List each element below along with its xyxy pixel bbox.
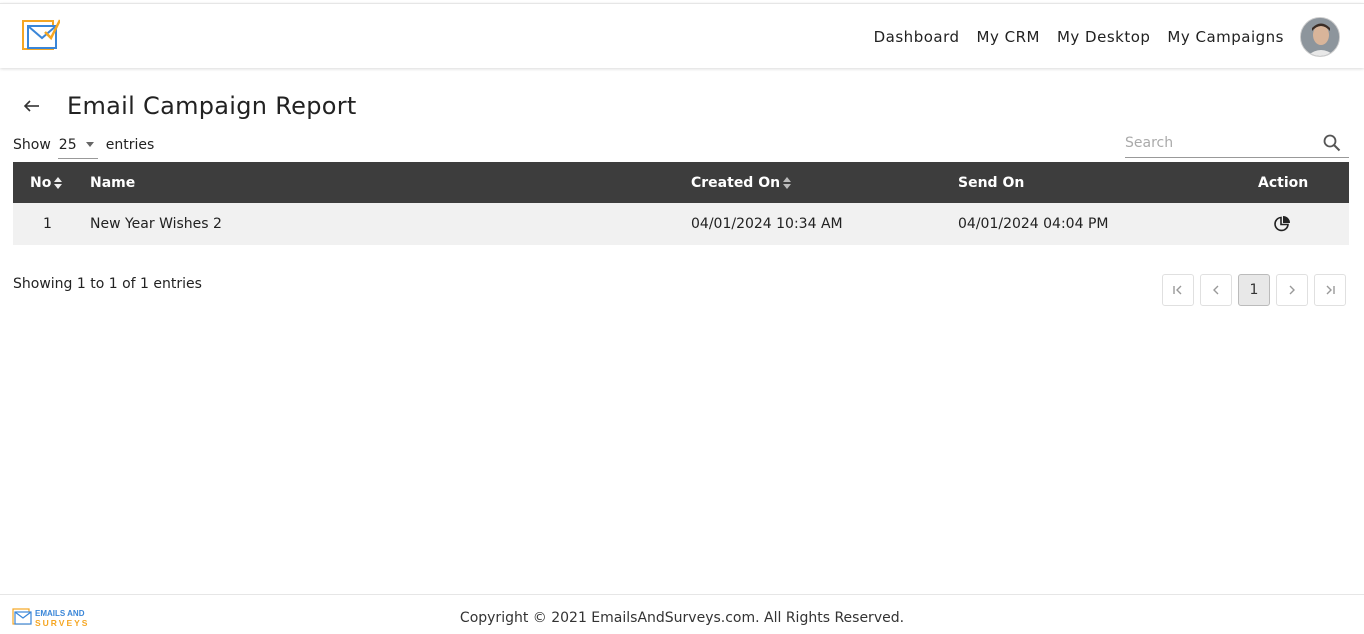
cell-no: 1: [43, 216, 52, 232]
column-header-no-label: No: [30, 174, 52, 191]
sort-icon: [783, 176, 792, 189]
chevron-right-icon: [1289, 285, 1295, 295]
column-header-no[interactable]: No: [30, 162, 63, 203]
chevron-down-icon: [85, 142, 94, 147]
pie-chart-report-icon[interactable]: [1273, 215, 1291, 233]
cell-action: [1273, 203, 1291, 245]
column-header-created-on-label: Created On: [691, 174, 781, 191]
column-header-name-label: Name: [90, 174, 136, 191]
page-title: Email Campaign Report: [67, 92, 357, 120]
last-page-button[interactable]: [1314, 274, 1346, 306]
nav-my-crm[interactable]: My CRM: [977, 28, 1040, 46]
chevron-left-icon: [1213, 285, 1219, 295]
show-label: Show: [13, 137, 51, 153]
cell-name: New Year Wishes 2: [90, 216, 222, 232]
page-header: Email Campaign Report: [20, 88, 357, 124]
arrow-left-icon[interactable]: [20, 94, 44, 118]
search-icon[interactable]: [1323, 134, 1341, 152]
sort-icon: [54, 176, 63, 189]
column-header-send-on[interactable]: Send On: [958, 162, 1024, 203]
table-row: 1 New Year Wishes 2 04/01/2024 10:34 AM …: [13, 203, 1349, 245]
campaign-report-table: No Name Created On Send On Action 1 New …: [13, 162, 1349, 245]
column-header-name[interactable]: Name: [90, 162, 135, 203]
pagination: 1: [1162, 274, 1346, 306]
search-box: [1125, 128, 1349, 158]
page-button-current[interactable]: 1: [1238, 274, 1270, 306]
first-page-icon: [1173, 285, 1182, 295]
last-page-icon: [1326, 285, 1335, 295]
table-header: No Name Created On Send On Action: [13, 162, 1349, 203]
previous-page-button[interactable]: [1200, 274, 1232, 306]
column-header-action: Action: [1258, 162, 1308, 203]
entries-length-control: Show 25 entries: [13, 131, 154, 159]
copyright-text: Copyright © 2021 EmailsAndSurveys.com. A…: [459, 610, 905, 626]
nav-dashboard[interactable]: Dashboard: [874, 28, 960, 46]
top-navbar: Dashboard My CRM My Desktop My Campaigns: [0, 3, 1364, 68]
nav-my-campaigns[interactable]: My Campaigns: [1167, 28, 1284, 46]
search-input[interactable]: [1125, 131, 1315, 155]
column-header-created-on[interactable]: Created On: [691, 162, 792, 203]
nav-my-desktop[interactable]: My Desktop: [1057, 28, 1150, 46]
entries-per-page-select[interactable]: 25: [57, 132, 98, 159]
cell-created-on: 04/01/2024 10:34 AM: [691, 216, 843, 232]
app-logo-icon[interactable]: [20, 16, 62, 56]
column-header-send-on-label: Send On: [958, 174, 1025, 191]
main-nav: Dashboard My CRM My Desktop My Campaigns: [874, 16, 1340, 58]
entries-label: entries: [105, 137, 155, 153]
entries-per-page-value: 25: [58, 136, 77, 153]
footer: EMAILS AND SURVEYS Copyright © 2021 Emai…: [0, 594, 1364, 634]
table-info-text: Showing 1 to 1 of 1 entries: [13, 276, 202, 292]
user-avatar[interactable]: [1300, 17, 1340, 57]
column-header-action-label: Action: [1258, 174, 1309, 191]
cell-send-on: 04/01/2024 04:04 PM: [958, 216, 1109, 232]
first-page-button[interactable]: [1162, 274, 1194, 306]
next-page-button[interactable]: [1276, 274, 1308, 306]
